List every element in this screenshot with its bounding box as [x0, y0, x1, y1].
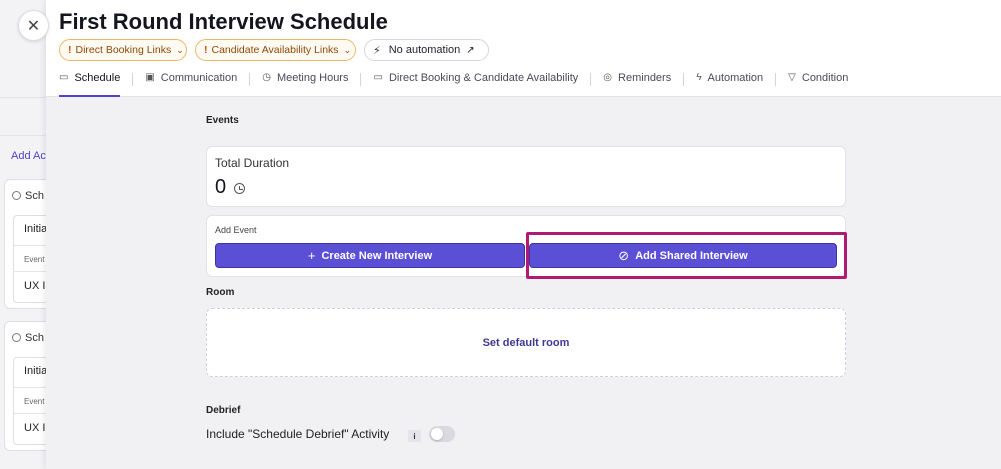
filter-icon: ▽	[788, 72, 796, 83]
tab-meeting-hours[interactable]: ◷ Meeting Hours	[262, 72, 348, 97]
event-title: Initia	[24, 223, 48, 235]
tab-reminders[interactable]: ◎ Reminders	[603, 72, 671, 97]
tab-bar: ▭ Schedule ▣ Communication ◷ Meeting Hours …	[59, 72, 848, 97]
clock-icon: ◷	[262, 72, 271, 83]
panel-header: First Round Interview Schedule ! Direct …	[46, 0, 1001, 97]
room-dropzone[interactable]: Set default room	[206, 308, 846, 377]
clock-icon	[234, 183, 245, 194]
tab-communication[interactable]: ▣ Communication	[145, 72, 237, 97]
event-title: Initia	[24, 365, 48, 377]
tab-divider	[775, 73, 777, 86]
debrief-heading: Debrief	[206, 405, 241, 416]
chevron-down-icon: ⌄	[176, 44, 184, 55]
schedule-card-header: Sch	[12, 190, 44, 202]
gear-icon	[12, 333, 21, 342]
total-duration-card: Total Duration 0	[206, 146, 846, 207]
chip-label: Candidate Availability Links	[211, 44, 339, 56]
tab-divider	[590, 73, 592, 86]
warning-icon: !	[68, 44, 72, 56]
calendar-icon: ▭	[373, 72, 383, 83]
calendar-icon: ▭	[59, 72, 69, 83]
tab-schedule[interactable]: ▭ Schedule	[59, 72, 121, 97]
debrief-toggle[interactable]	[429, 426, 455, 442]
tab-condition[interactable]: ▽ Condition	[788, 72, 848, 97]
add-activity-link[interactable]: Add Ac	[11, 150, 46, 162]
event-label: Event	[24, 255, 45, 264]
tab-automation[interactable]: ϟ Automation	[696, 72, 763, 97]
message-icon: ▣	[145, 72, 155, 83]
chip-label: No automation	[388, 44, 461, 56]
create-new-interview-button[interactable]: + Create New Interview	[215, 243, 525, 268]
warning-icon: !	[204, 44, 208, 56]
schedule-panel: First Round Interview Schedule ! Direct …	[46, 0, 1001, 469]
button-label: Create New Interview	[321, 249, 433, 262]
set-default-room-link[interactable]: Set default room	[207, 337, 845, 349]
info-icon[interactable]: i	[408, 430, 421, 442]
events-heading: Events	[206, 115, 239, 126]
automation-off-icon: ⚡	[373, 44, 381, 57]
plus-icon: +	[307, 248, 316, 263]
external-link-icon: ↗	[466, 44, 475, 56]
tab-divider	[360, 73, 362, 86]
add-event-label: Add Event	[215, 225, 257, 235]
page-title: First Round Interview Schedule	[59, 9, 388, 34]
tab-direct-booking[interactable]: ▭ Direct Booking & Candidate Availability	[373, 72, 578, 97]
total-duration-value: 0	[215, 176, 227, 198]
room-heading: Room	[206, 287, 235, 298]
no-automation-chip[interactable]: ⚡ No automation ↗	[364, 39, 489, 61]
alarm-icon: ◎	[603, 72, 613, 83]
chip-label: Direct Booking Links	[75, 44, 172, 56]
close-button[interactable]: ✕	[18, 10, 49, 41]
gear-icon	[12, 191, 21, 200]
total-duration-label: Total Duration	[215, 156, 290, 170]
close-icon: ✕	[26, 17, 41, 35]
direct-booking-links-chip[interactable]: ! Direct Booking Links ⌄	[59, 39, 187, 61]
lightning-icon: ϟ	[696, 72, 702, 83]
chevron-down-icon: ⌄	[343, 44, 352, 55]
tab-divider	[249, 73, 251, 86]
toggle-knob	[431, 428, 443, 440]
highlight-box	[526, 232, 847, 279]
tab-divider	[683, 73, 685, 86]
include-debrief-label: Include "Schedule Debrief" Activity	[206, 427, 390, 441]
tab-divider	[132, 73, 134, 86]
schedule-card-header: Sch	[12, 332, 44, 344]
event-label: Event	[24, 397, 45, 406]
candidate-availability-links-chip[interactable]: ! Candidate Availability Links ⌄	[195, 39, 356, 61]
